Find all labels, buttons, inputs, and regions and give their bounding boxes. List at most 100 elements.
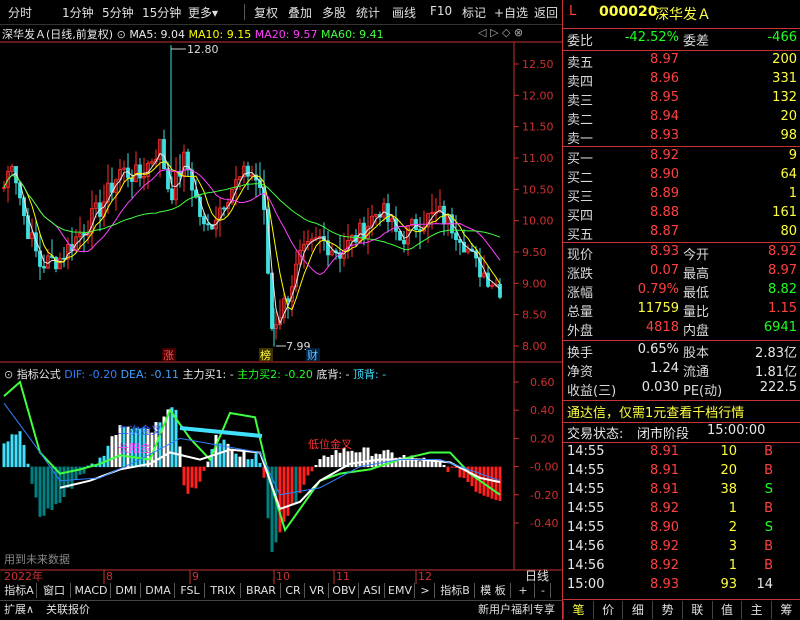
stat-value: 11759 (637, 301, 679, 316)
macd-bar (498, 466, 502, 501)
ask-row[interactable]: 卖三 8.95 132 (563, 90, 800, 110)
indicator-tab[interactable]: DMI (112, 583, 141, 598)
indicator-title[interactable]: 指标公式 (17, 368, 61, 381)
right-tab[interactable]: 主 (741, 601, 771, 619)
tick-time: 14:55 (567, 520, 605, 535)
indicator-tick-label: -0.00 (530, 461, 558, 474)
adjust-button[interactable]: 复权 (254, 4, 278, 21)
new-user-promo-link[interactable]: 新用户福利专享 (478, 601, 555, 619)
tab-15min[interactable]: 15分钟 (142, 4, 181, 21)
indicator-tab[interactable]: CR (282, 583, 305, 598)
macd-bar (482, 466, 486, 496)
high-price-label: 12.80 (187, 43, 219, 56)
stat-label: 现价 (567, 248, 594, 263)
right-tab[interactable]: 值 (711, 601, 742, 619)
ask-row[interactable]: 卖二 8.94 20 (563, 109, 800, 129)
indicator-axis: 0.60 0.40 0.20 -0.00 -0.20 -0.40 (514, 376, 558, 530)
bid-row[interactable]: 买三 8.89 1 (563, 186, 800, 206)
indicator-tab[interactable]: FSL (176, 583, 205, 598)
statistics-button[interactable]: 统计 (356, 4, 380, 21)
ask-row[interactable]: 卖五 8.97 200 (563, 52, 800, 72)
indicator-tab[interactable]: - (536, 583, 551, 598)
tick-volume: 10 (720, 444, 737, 459)
stat-label: 涨幅 (567, 286, 594, 301)
ask-label: 卖二 (567, 113, 594, 128)
tick-volume: 20 (720, 463, 737, 478)
macd-bar (242, 450, 246, 468)
add-watchlist-button[interactable]: +自选 (494, 4, 528, 21)
tab-1min[interactable]: 1分钟 (62, 4, 94, 21)
indicator-tick-label: 0.40 (530, 404, 555, 417)
period-label[interactable]: 日线 (525, 569, 549, 583)
macd-bar (354, 452, 358, 468)
indicator-tab[interactable]: EMV (386, 583, 415, 598)
right-tab[interactable]: 势 (652, 601, 682, 619)
bid-row[interactable]: 买五 8.87 80 (563, 224, 800, 244)
chevron-down-icon[interactable]: ⊙ (4, 368, 13, 381)
indicator-tab[interactable]: TRIX (206, 583, 241, 598)
indicator-tab[interactable]: ASI (360, 583, 385, 598)
marker-limit-up[interactable]: 涨 (163, 349, 174, 362)
weicha-label: 委差 (683, 34, 710, 49)
indicator-tab[interactable]: MACD (72, 583, 111, 598)
x-label-year: 2022年 (4, 569, 43, 583)
macd-bar (170, 407, 174, 468)
indicator-tab[interactable]: 指标A (2, 583, 37, 598)
ask-row[interactable]: 卖一 8.93 98 (563, 128, 800, 148)
tick-price: 8.91 (650, 463, 679, 478)
ask-price: 8.96 (650, 71, 679, 86)
marker-list[interactable]: 榜 (260, 348, 271, 362)
indicator-tab[interactable]: OBV (330, 583, 359, 598)
right-tab[interactable]: 价 (592, 601, 623, 619)
right-tab[interactable]: 联 (681, 601, 712, 619)
price-tick-label: 9.00 (522, 277, 547, 290)
more-menu-button[interactable]: 更多▾ (188, 4, 218, 21)
indicator-tab[interactable]: + (512, 583, 535, 598)
expand-button[interactable]: 扩展∧ (4, 601, 34, 619)
stat-value: 0.07 (650, 263, 679, 278)
stat-label: 内盘 (683, 324, 710, 339)
stat-label: 涨跌 (567, 267, 594, 282)
macd-bar (18, 431, 22, 468)
macd-bar (222, 439, 226, 468)
stat-row: 外盘 4818 内盘 6941 (563, 320, 800, 340)
indicator-tab[interactable]: BRAR (242, 583, 281, 598)
candle-body (286, 298, 290, 302)
macd-bar (302, 466, 306, 485)
tick-flag: S (764, 482, 773, 497)
indicator-tab[interactable]: DMA (142, 583, 175, 598)
indicator-tab[interactable]: 模 板 (476, 583, 511, 598)
tab-intraday[interactable]: 分时 (8, 4, 32, 21)
right-tab[interactable]: 笔 (563, 601, 593, 619)
macd-bar (306, 466, 310, 476)
indicator-tab[interactable]: > (416, 583, 435, 598)
tick-row: 14:56 8.92 1 B (563, 558, 800, 578)
bid-row[interactable]: 买一 8.92 9 (563, 148, 800, 168)
bid-row[interactable]: 买二 8.90 64 (563, 167, 800, 187)
f10-button[interactable]: F10 (430, 4, 452, 18)
bid-row[interactable]: 买四 8.88 161 (563, 205, 800, 225)
back-button[interactable]: 返回 (534, 4, 558, 21)
x-label-dec: 12 (418, 570, 432, 583)
trade-status-label: 交易状态: (567, 427, 624, 442)
indicator-tab[interactable]: 窗口 (38, 583, 71, 598)
promo-banner[interactable]: 通达信，仅需1元查看千档行情 (567, 402, 744, 421)
tab-5min[interactable]: 5分钟 (102, 4, 134, 21)
macd-bar (218, 443, 222, 468)
tick-row: 14:55 8.91 38 S (563, 482, 800, 502)
mark-button[interactable]: 标记 (462, 4, 486, 21)
right-tab[interactable]: 筹 (770, 601, 800, 619)
multi-stock-button[interactable]: 多股 (322, 4, 346, 21)
marker-finance[interactable]: 财 (307, 348, 318, 362)
indicator-tab[interactable]: VR (306, 583, 329, 598)
bid-label: 买一 (567, 152, 594, 167)
ask-row[interactable]: 卖四 8.96 331 (563, 71, 800, 91)
indicator-tab[interactable]: 指标B (436, 583, 475, 598)
right-tab[interactable]: 细 (622, 601, 652, 619)
related-quote-button[interactable]: 关联报价 (46, 601, 90, 619)
overlay-button[interactable]: 叠加 (288, 4, 312, 21)
bid-price: 8.90 (650, 167, 679, 182)
macd-bar (6, 441, 10, 468)
draw-line-button[interactable]: 画线 (392, 4, 416, 21)
tick-volume: 2 (728, 520, 737, 535)
